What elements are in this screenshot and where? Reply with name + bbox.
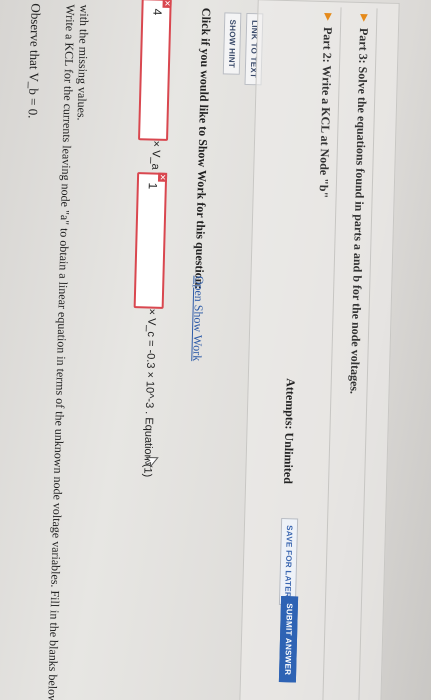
show-hint-button[interactable]: SHOW HINT bbox=[222, 12, 242, 76]
instruction-line-2: with the missing values. bbox=[74, 4, 92, 121]
expand-arrow-icon: ▶ bbox=[358, 13, 370, 22]
question-page: Observe that V_b = 0. Write a KCL for th… bbox=[0, 0, 431, 700]
incorrect-x-icon: ✕ bbox=[162, 0, 172, 8]
incorrect-x-icon: ✕ bbox=[157, 172, 168, 182]
photo-stage: Observe that V_b = 0. Write a KCL for th… bbox=[0, 0, 431, 700]
attempts-label: Attempts: Unlimited bbox=[281, 378, 298, 485]
answer-input-1[interactable]: ✕ 4 bbox=[138, 0, 172, 141]
answer-input-2[interactable]: ✕ 1 bbox=[133, 172, 168, 309]
instruction-line-1: Write a KCL for the currents leaving nod… bbox=[45, 4, 78, 700]
answer-value-1: 4 bbox=[150, 8, 165, 16]
answer-value-2: 1 bbox=[145, 182, 160, 190]
part-2-label: Part 2: Write a KCL at Node "b" bbox=[316, 26, 336, 199]
part-3-label: Part 3: Solve the equations found in par… bbox=[347, 27, 372, 395]
observe-text: Observe that V_b = 0. bbox=[25, 3, 44, 119]
show-work-prompt: Click if you would like to Show Work for… bbox=[192, 7, 214, 290]
mouse-cursor-icon bbox=[144, 456, 159, 469]
equation-remainder-label: × V_c = -0.3 × 10^-3 . Equation (1) bbox=[141, 308, 158, 478]
save-for-later-button[interactable]: SAVE FOR LATER bbox=[278, 518, 299, 606]
expand-arrow-icon: ▶ bbox=[322, 12, 334, 21]
submit-answer-button[interactable]: SUBMIT ANSWER bbox=[278, 596, 299, 683]
open-show-work-link[interactable]: Open Show Work bbox=[189, 276, 206, 362]
